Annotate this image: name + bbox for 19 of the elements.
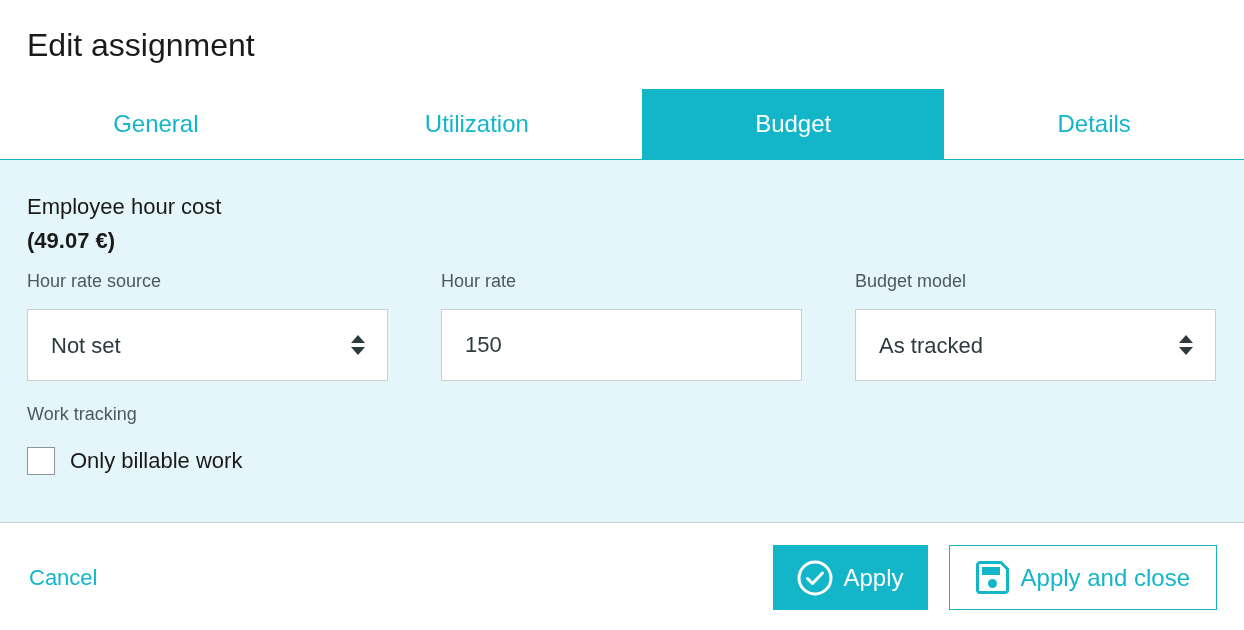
sort-arrows-icon <box>351 335 365 355</box>
field-label: Hour rate source <box>27 270 162 293</box>
apply-and-close-button[interactable]: Apply and close <box>948 545 1217 610</box>
apply-button[interactable]: Apply <box>772 545 928 610</box>
dialog-title: Edit assignment <box>27 28 255 61</box>
input-field[interactable]: 150 <box>441 309 802 381</box>
sort-arrows-icon <box>1179 335 1193 355</box>
cancel-link[interactable]: Cancel <box>29 545 98 610</box>
select-field[interactable]: Not set <box>27 309 388 381</box>
cost-value: (49.07 €) <box>27 227 117 255</box>
field-label: Budget model <box>855 270 967 293</box>
checkbox[interactable] <box>27 447 55 475</box>
cost-label: Employee hour cost <box>27 193 223 221</box>
check-circle-icon <box>796 559 833 596</box>
field-label: Hour rate <box>441 270 517 293</box>
checkbox-label[interactable]: Only billable work <box>70 447 243 475</box>
select-field[interactable]: As tracked <box>855 309 1216 381</box>
section-label: Work tracking <box>27 403 137 426</box>
tab[interactable]: Budget <box>642 89 945 159</box>
